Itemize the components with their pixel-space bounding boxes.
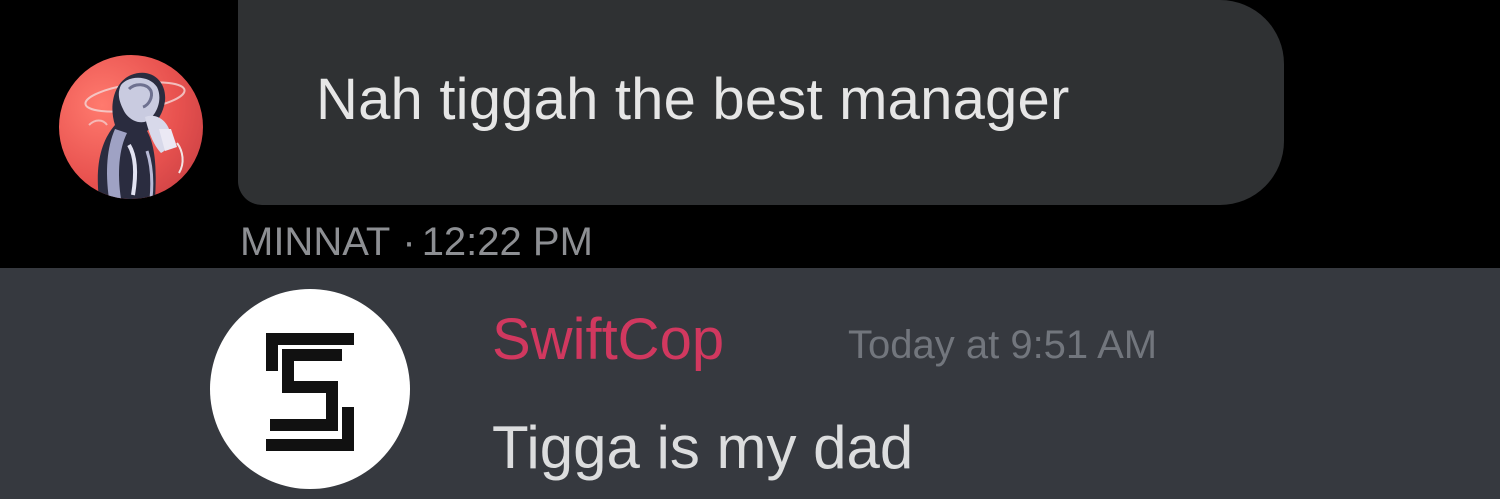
sender-name[interactable]: MINNAT — [240, 220, 390, 264]
message-text: Tigga is my dad — [492, 414, 914, 481]
top-chat-panel: Nah tiggah the best manager MINNAT · 12:22… — [0, 0, 1500, 268]
stylized-figure-avatar-icon — [84, 72, 186, 199]
message-time: 12:22 PM — [421, 220, 593, 264]
message-meta: MINNAT · 12:22 PM — [240, 220, 593, 265]
message-text: Nah tiggah the best manager — [316, 67, 1070, 132]
avatar-top[interactable] — [59, 55, 203, 199]
timestamp: Today at 9:51 AM — [848, 323, 1158, 367]
avatar-bottom[interactable] — [210, 289, 410, 489]
message-bubble[interactable]: Nah tiggah the best manager — [238, 0, 1284, 205]
s-logo-avatar-icon — [266, 333, 354, 451]
username[interactable]: SwiftCop — [492, 306, 724, 373]
bottom-chat-panel: SwiftCop Today at 9:51 AM Tigga is my da… — [0, 268, 1500, 499]
meta-separator: · — [402, 220, 416, 264]
